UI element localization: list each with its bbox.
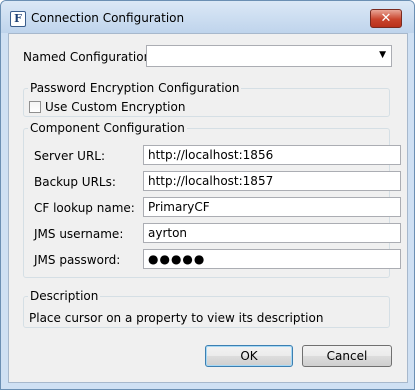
server-url-input[interactable]: http://localhost:1856	[143, 145, 401, 165]
cf-lookup-name-input[interactable]: PrimaryCF	[143, 197, 401, 217]
named-configuration-select[interactable]: ▼	[146, 45, 392, 67]
password-encryption-group-title: Password Encryption Configuration	[28, 81, 242, 95]
dialog-window: F Connection Configuration ✕ Named Confi…	[0, 0, 415, 390]
jms-password-input[interactable]: ●●●●●	[143, 249, 401, 269]
app-icon: F	[10, 11, 26, 27]
cancel-button[interactable]: Cancel	[302, 345, 392, 367]
chevron-down-icon[interactable]: ▼	[379, 50, 386, 60]
description-group: Description Place cursor on a property t…	[23, 289, 390, 328]
component-configuration-group-title: Component Configuration	[28, 121, 187, 135]
description-group-title: Description	[28, 289, 101, 303]
password-encryption-group: Password Encryption Configuration Use Cu…	[23, 81, 390, 117]
ok-button[interactable]: OK	[205, 345, 293, 367]
jms-username-label: JMS username:	[34, 227, 124, 241]
title-bar[interactable]: F Connection Configuration ✕	[1, 1, 414, 33]
component-configuration-group: Component Configuration Server URL: http…	[23, 121, 401, 278]
window-title: Connection Configuration	[31, 11, 185, 25]
description-text: Place cursor on a property to view its d…	[29, 311, 324, 325]
use-custom-encryption-checkbox[interactable]	[29, 101, 41, 113]
use-custom-encryption-label[interactable]: Use Custom Encryption	[45, 100, 185, 114]
named-configuration-label: Named Configuration	[23, 50, 152, 64]
jms-username-input[interactable]: ayrton	[143, 223, 401, 243]
cf-lookup-name-label: CF lookup name:	[34, 201, 135, 215]
server-url-label: Server URL:	[34, 149, 106, 163]
jms-password-label: JMS password:	[34, 253, 121, 267]
backup-urls-input[interactable]: http://localhost:1857	[143, 171, 401, 191]
dialog-body: Named Configuration ▼ Password Encryptio…	[8, 33, 408, 383]
backup-urls-label: Backup URLs:	[34, 175, 116, 189]
close-button[interactable]: ✕	[370, 9, 402, 28]
